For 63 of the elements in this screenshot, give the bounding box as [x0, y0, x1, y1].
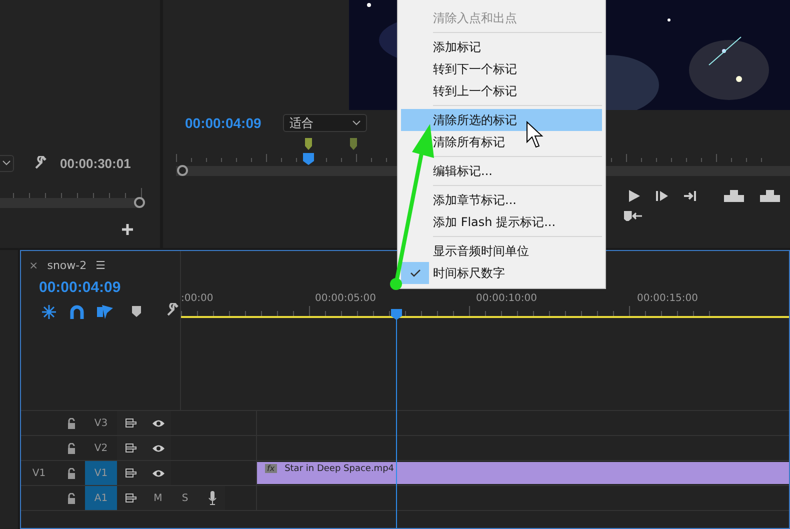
- lock-icon[interactable]: [66, 492, 76, 504]
- source-patch[interactable]: V1: [32, 468, 46, 478]
- timeline-timecode: 00:00:04:09: [39, 279, 122, 296]
- close-tab-button[interactable]: ×: [29, 258, 38, 272]
- in-point-handle[interactable]: [177, 165, 188, 176]
- eye-icon[interactable]: [152, 468, 164, 478]
- extract-icon[interactable]: [760, 190, 780, 202]
- menu-item[interactable]: 转到上一个标记: [401, 80, 602, 102]
- ruler-label: :00:00: [181, 293, 214, 304]
- fx-badge: fx: [265, 464, 277, 473]
- menu-item[interactable]: 转到下一个标记: [401, 58, 602, 80]
- chevron-down-icon: [2, 160, 11, 166]
- zoom-dropdown[interactable]: 适合: [283, 114, 368, 132]
- menu-item[interactable]: 添加 Flash 提示标记...: [401, 211, 602, 233]
- video-clip[interactable]: fx Star in Deep Space.mp4: [257, 462, 789, 484]
- sync-lock-icon[interactable]: [125, 468, 137, 478]
- sync-lock-icon[interactable]: [125, 443, 137, 453]
- add-icon[interactable]: [122, 224, 133, 235]
- eye-icon[interactable]: [152, 418, 164, 428]
- magnet-icon[interactable]: [70, 304, 84, 318]
- nest-icon[interactable]: [41, 304, 57, 318]
- menu-item[interactable]: 清除所选的标记: [401, 109, 602, 131]
- clip-name: Star in Deep Space.mp4: [284, 464, 394, 474]
- ruler-label: 00:00:15:00: [637, 293, 700, 304]
- menu-item[interactable]: 添加章节标记...: [401, 189, 602, 211]
- track-target-toggle[interactable]: V3: [85, 411, 117, 435]
- chevron-down-icon: [352, 120, 362, 126]
- lift-icon[interactable]: [724, 190, 744, 202]
- ruler-label: 00:00:05:00: [315, 293, 378, 304]
- eye-icon[interactable]: [152, 444, 164, 452]
- play-icon[interactable]: [628, 190, 640, 202]
- lock-icon[interactable]: [66, 418, 76, 428]
- playhead-handle[interactable]: [134, 197, 145, 208]
- linked-selection-icon[interactable]: [97, 304, 113, 318]
- microphone-icon[interactable]: [208, 491, 216, 505]
- menu-item[interactable]: 清除所有标记: [401, 131, 602, 153]
- menu-item[interactable]: 显示音频时间单位: [401, 240, 602, 262]
- marker-icon[interactable]: [305, 138, 312, 150]
- sync-lock-icon[interactable]: [125, 493, 137, 503]
- go-to-out-icon[interactable]: [684, 190, 698, 202]
- playhead-icon[interactable]: [303, 153, 314, 165]
- menu-item[interactable]: 时间标尺数字: [401, 262, 602, 284]
- track-target-toggle[interactable]: V2: [85, 436, 117, 460]
- sequence-tab[interactable]: snow-2: [47, 258, 87, 272]
- marker-icon[interactable]: [132, 306, 141, 317]
- duration-timecode: 00:00:30:01: [60, 156, 131, 170]
- solo-toggle[interactable]: S: [182, 492, 188, 504]
- playhead-timecode: 00:00:04:09: [185, 115, 262, 131]
- dropdown[interactable]: [0, 154, 14, 172]
- sync-lock-icon[interactable]: [125, 418, 137, 428]
- menu-item[interactable]: 添加标记: [401, 36, 602, 58]
- menu-item[interactable]: 编辑标记...: [401, 160, 602, 182]
- step-forward-icon[interactable]: [656, 190, 668, 202]
- ruler-label: 00:00:10:00: [476, 293, 538, 304]
- panel-menu-button[interactable]: ☰: [96, 258, 106, 272]
- lock-icon[interactable]: [66, 468, 76, 478]
- insert-icon[interactable]: [624, 211, 642, 221]
- lock-icon[interactable]: [66, 442, 76, 454]
- playhead-icon[interactable]: [391, 309, 402, 320]
- marker-icon[interactable]: [350, 138, 357, 150]
- checkmark-icon: [410, 269, 420, 277]
- cursor-icon: [526, 121, 544, 149]
- mute-toggle[interactable]: M: [154, 492, 162, 504]
